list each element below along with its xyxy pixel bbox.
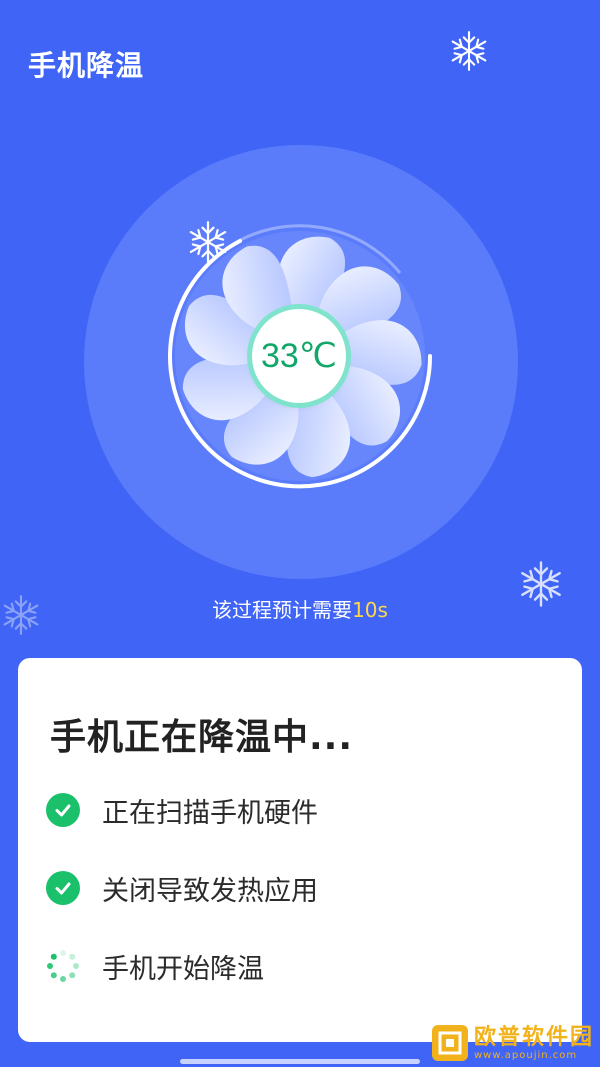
- step-label: 正在扫描手机硬件: [102, 797, 318, 829]
- cooling-progress-card: 手机正在降温中... 正在扫描手机硬件 关闭导致发热应用 手机开始降温: [18, 658, 582, 1042]
- step-label: 手机开始降温: [102, 953, 264, 985]
- check-circle-icon: [46, 871, 80, 905]
- check-circle-icon: [46, 793, 80, 827]
- card-title: 手机正在降温中...: [50, 717, 354, 758]
- step-start-cooling: 手机开始降温: [46, 948, 264, 985]
- step-close-apps: 关闭导致发热应用: [46, 870, 318, 907]
- snowflake-icon: [448, 30, 490, 72]
- home-indicator[interactable]: [180, 1059, 420, 1064]
- watermark: 欧普软件园 www.apoujin.com: [431, 1024, 594, 1061]
- step-scan-hardware: 正在扫描手机硬件: [46, 792, 318, 829]
- watermark-name: 欧普软件园: [473, 1024, 594, 1050]
- estimate-time: 10s: [352, 598, 388, 622]
- estimate-text: 该过程预计需要10s: [0, 594, 600, 623]
- page-title: 手机降温: [28, 49, 145, 82]
- loading-spinner-icon: [47, 950, 79, 982]
- snowflake-icon: [186, 220, 230, 264]
- watermark-url: www.apoujin.com: [473, 1049, 578, 1061]
- estimate-prefix: 该过程预计需要: [212, 598, 353, 622]
- temperature-readout: 33℃: [252, 309, 346, 403]
- watermark-logo-icon: [431, 1025, 468, 1061]
- step-label: 关闭导致发热应用: [102, 875, 318, 907]
